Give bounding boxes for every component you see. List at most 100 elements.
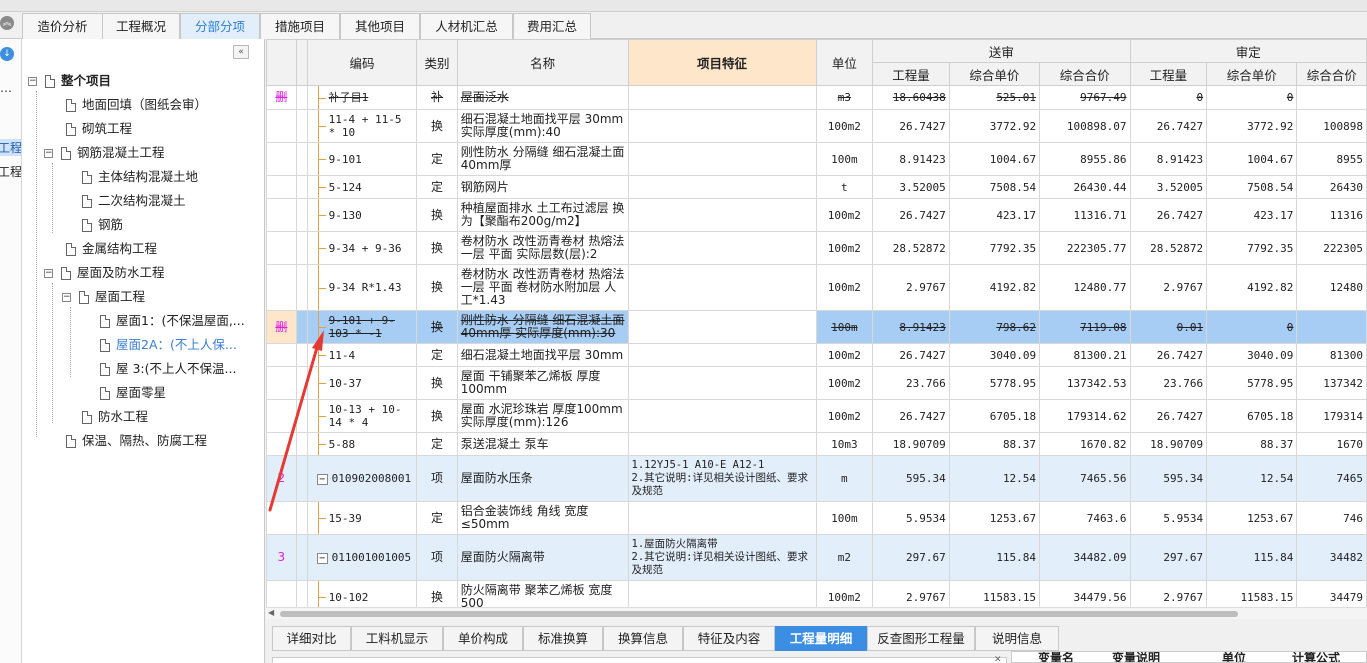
btab-reverse-graphic-qty[interactable]: 反查图形工程量 <box>867 626 975 651</box>
submit-qty-header[interactable]: 工程量 <box>872 62 950 86</box>
review-total-cell[interactable]: 179314 <box>1296 399 1367 433</box>
row-indent[interactable] <box>295 109 308 143</box>
code-cell[interactable]: 10-102 <box>306 580 418 607</box>
submit-total-cell[interactable]: 222305.77 <box>1039 231 1131 265</box>
submit-qty-cell[interactable]: 18.90709 <box>872 432 950 456</box>
review-unit-price-cell[interactable]: 0 <box>1206 310 1298 344</box>
tree-item[interactable]: 屋 3:(不上人不保温... <box>100 357 236 381</box>
review-total-cell[interactable]: 12480 <box>1296 264 1367 311</box>
sub-item-row[interactable]: 9-101 定刚性防水 分隔缝 细石混凝土面 40mm厚 100m 8.91423 10… <box>266 142 1367 176</box>
type-cell[interactable]: 项 <box>416 455 458 502</box>
tab-measures[interactable]: 措施项目 <box>260 13 340 39</box>
review-unit-price-cell[interactable]: 12.54 <box>1206 455 1298 502</box>
review-unit-price-cell[interactable]: 1253.67 <box>1206 501 1298 535</box>
tree-item[interactable]: 防水工程 <box>82 405 148 429</box>
row-mark[interactable] <box>266 142 297 176</box>
sub-item-row[interactable]: 10-13 + 10-14 * 4 换屋面 水泥珍珠岩 厚度100mm 实际厚度(… <box>266 399 1367 433</box>
row-indent[interactable] <box>295 399 308 433</box>
col-unit-header[interactable]: 单位 <box>815 39 874 86</box>
review-unit-price-cell[interactable]: 7508.54 <box>1206 175 1298 199</box>
submit-total-cell[interactable]: 26430.44 <box>1039 175 1131 199</box>
btab-standard-conversion[interactable]: 标准换算 <box>523 626 603 651</box>
submit-qty-cell[interactable]: 2.9767 <box>872 264 950 311</box>
submit-total-cell[interactable]: 34479.56 <box>1039 580 1131 607</box>
submit-total-cell[interactable]: 11316.71 <box>1039 198 1131 232</box>
unit-cell[interactable]: 100m2 <box>815 580 874 607</box>
sub-item-row[interactable]: 11-4 + 11-5 * 10 换细石混凝土地面找平层 30mm 实际厚度(mm… <box>266 109 1367 143</box>
submit-unit-price-cell[interactable]: 88.37 <box>948 432 1041 456</box>
submit-total-cell[interactable]: 9767.49 <box>1039 85 1131 110</box>
collapse-node-icon[interactable]: − <box>44 149 53 158</box>
collapse-row-icon[interactable]: − <box>316 552 328 564</box>
feature-cell[interactable] <box>627 580 817 607</box>
tree-item[interactable]: 屋面2A：(不上人保... <box>100 333 237 357</box>
name-cell[interactable]: 屋面防水压条 <box>456 455 629 502</box>
review-unit-price-cell[interactable]: 88.37 <box>1206 432 1298 456</box>
row-mark[interactable] <box>266 399 297 433</box>
submit-unit-price-cell[interactable]: 7792.35 <box>948 231 1041 265</box>
sub-item-row[interactable]: 5-88 定泵送混凝土 泵车 10m3 18.90709 88.37 1670.82 18.… <box>266 432 1367 456</box>
review-qty-cell[interactable]: 5.9534 <box>1129 501 1208 535</box>
review-total-header[interactable]: 综合合价 <box>1296 62 1367 86</box>
collapse-up-icon[interactable]: ︽ <box>0 16 14 30</box>
collapse-row-icon[interactable]: − <box>316 473 328 485</box>
submit-unit-price-cell[interactable]: 6705.18 <box>948 399 1041 433</box>
review-qty-cell[interactable]: 0.01 <box>1129 310 1208 344</box>
sub-item-row[interactable]: 删补子目1 补屋面泛水 m3 18.60438 525.01 9767.49 0 0 <box>266 85 1367 110</box>
feature-cell[interactable] <box>627 366 817 400</box>
type-cell[interactable]: 换 <box>416 580 458 607</box>
code-cell[interactable]: 5-124 <box>306 175 418 199</box>
tree-item[interactable]: 砌筑工程 <box>66 117 132 141</box>
feature-cell[interactable] <box>627 343 817 367</box>
col-code-header[interactable]: 编码 <box>306 39 418 86</box>
feature-cell[interactable]: 1.屋面防火隔离带 2.其它说明:详见相关设计图纸、要求及规范 <box>627 534 817 581</box>
name-cell[interactable]: 屋面 水泥珍珠岩 厚度100mm 实际厚度(mm):126 <box>456 399 629 433</box>
row-mark[interactable] <box>266 109 297 143</box>
review-unit-price-cell[interactable]: 5778.95 <box>1206 366 1298 400</box>
submit-unit-price-cell[interactable]: 798.62 <box>948 310 1041 344</box>
code-cell[interactable]: 9-101 <box>306 142 418 176</box>
submit-qty-cell[interactable]: 26.7427 <box>872 343 950 367</box>
row-indent[interactable] <box>295 455 308 502</box>
submit-unit-price-cell[interactable]: 4192.82 <box>948 264 1041 311</box>
tree-item[interactable]: 地面回填（图纸会审） <box>66 93 207 117</box>
tree-item[interactable]: − 屋面工程 <box>62 285 145 309</box>
tab-fee-summary[interactable]: 费用汇总 <box>513 13 591 39</box>
review-unit-price-cell[interactable]: 1004.67 <box>1206 142 1298 176</box>
submit-unit-price-cell[interactable]: 525.01 <box>948 85 1041 110</box>
feature-cell[interactable] <box>627 432 817 456</box>
code-cell[interactable]: 11-4 <box>306 343 418 367</box>
sub-item-row[interactable]: 10-102 换防火隔离带 聚苯乙烯板 宽度 500 100m2 2.9767 1158… <box>266 580 1367 607</box>
code-cell[interactable]: 9-101 + 9-103 * -1 <box>306 310 418 344</box>
sub-item-row[interactable]: 9-34 + 9-36 换卷材防水 改性沥青卷材 热熔法一层 平面 实际层数(层)… <box>266 231 1367 265</box>
code-cell[interactable]: 9-34 + 9-36 <box>306 231 418 265</box>
review-qty-cell[interactable]: 8.91423 <box>1129 142 1208 176</box>
sub-item-row[interactable]: 9-34 R*1.43 换卷材防水 改性沥青卷材 热熔法一层 平面 卷材防水附加层… <box>266 264 1367 311</box>
review-total-cell[interactable]: 746 <box>1296 501 1367 535</box>
review-total-cell[interactable]: 81300 <box>1296 343 1367 367</box>
type-cell[interactable]: 换 <box>416 109 458 143</box>
row-indent[interactable] <box>295 310 308 344</box>
code-cell[interactable]: 9-130 <box>306 198 418 232</box>
sub-item-row[interactable]: 删 9-101 + 9-103 * -1 换刚性防水 分隔缝 细石混凝土面 40mm… <box>266 310 1367 344</box>
name-cell[interactable]: 种植屋面排水 土工布过滤层 换为【聚酯布200g/m2】 <box>456 198 629 232</box>
feature-cell[interactable] <box>627 198 817 232</box>
submit-unit-price-cell[interactable]: 11583.15 <box>948 580 1041 607</box>
row-indent[interactable] <box>295 501 308 535</box>
tree-item[interactable]: 金属结构工程 <box>66 237 157 261</box>
submit-unit-price-cell[interactable]: 3040.09 <box>948 343 1041 367</box>
feature-cell[interactable] <box>627 231 817 265</box>
type-cell[interactable]: 换 <box>416 310 458 344</box>
review-unit-price-header[interactable]: 综合单价 <box>1206 62 1298 86</box>
tab-cost-analysis[interactable]: 造价分析 <box>22 13 103 39</box>
review-unit-price-cell[interactable]: 6705.18 <box>1206 399 1298 433</box>
row-indent[interactable] <box>295 264 308 311</box>
review-total-cell[interactable]: 26430 <box>1296 175 1367 199</box>
review-qty-cell[interactable]: 2.9767 <box>1129 264 1208 311</box>
feature-cell[interactable] <box>627 109 817 143</box>
row-indent[interactable] <box>295 580 308 607</box>
tab-division-items[interactable]: 分部分项 <box>180 13 260 39</box>
code-cell[interactable]: −011001001005 <box>306 534 418 581</box>
collapse-node-icon[interactable]: − <box>62 293 71 302</box>
review-qty-header[interactable]: 工程量 <box>1129 62 1208 86</box>
